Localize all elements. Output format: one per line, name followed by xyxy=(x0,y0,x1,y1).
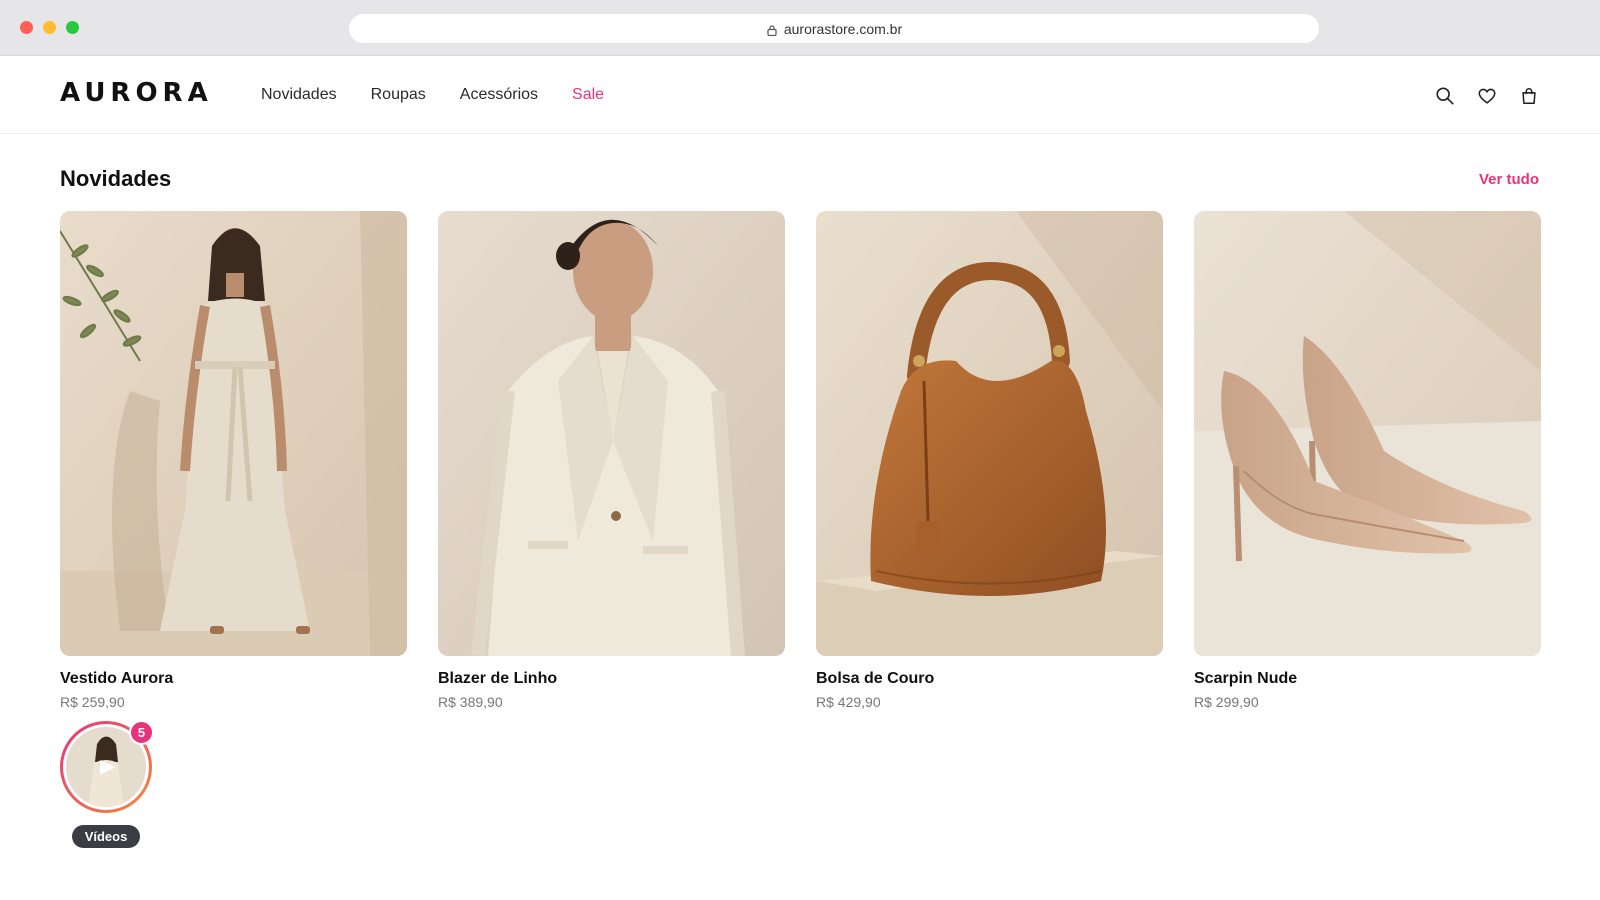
address-bar[interactable]: aurorastore.com.br xyxy=(349,14,1319,43)
product-grid: Vestido Aurora R$ 259,90 Blazer de Linho… xyxy=(60,211,1541,710)
site-header: AURORA Novidades Roupas Acessórios Sale xyxy=(0,56,1600,134)
videos-label[interactable]: Vídeos xyxy=(72,825,140,848)
product-name[interactable]: Bolsa de Couro xyxy=(816,670,1163,688)
product-name[interactable]: Vestido Aurora xyxy=(60,670,407,688)
minimize-window-button[interactable] xyxy=(43,21,56,34)
video-count-badge: 5 xyxy=(129,720,154,745)
close-window-button[interactable] xyxy=(20,21,33,34)
product-price: R$ 389,90 xyxy=(438,694,503,710)
lock-icon xyxy=(766,23,778,36)
browser-chrome: aurorastore.com.br xyxy=(0,0,1600,56)
header-actions xyxy=(1434,85,1540,107)
url-text: aurorastore.com.br xyxy=(783,20,903,37)
product-image-dress[interactable] xyxy=(60,211,407,656)
product-card[interactable]: Blazer de Linho R$ 389,90 xyxy=(438,211,785,710)
nav-item-roupas[interactable]: Roupas xyxy=(371,86,426,104)
search-icon[interactable] xyxy=(1434,85,1456,107)
product-card[interactable]: Vestido Aurora R$ 259,90 xyxy=(60,211,407,710)
main-nav: Novidades Roupas Acessórios Sale xyxy=(261,86,604,104)
product-name[interactable]: Blazer de Linho xyxy=(438,670,785,688)
heart-icon[interactable] xyxy=(1476,85,1498,107)
view-all-link[interactable]: Ver tudo xyxy=(1479,171,1539,188)
nav-item-acessorios[interactable]: Acessórios xyxy=(460,86,538,104)
logo[interactable]: AURORA xyxy=(60,78,213,108)
product-price: R$ 429,90 xyxy=(816,694,881,710)
product-card[interactable]: Bolsa de Couro R$ 429,90 xyxy=(816,211,1163,710)
product-image-heels[interactable] xyxy=(1194,211,1541,656)
nav-item-novidades[interactable]: Novidades xyxy=(261,86,337,104)
product-card[interactable]: Scarpin Nude R$ 299,90 xyxy=(1194,211,1541,710)
section-title: Novidades xyxy=(60,166,172,191)
product-image-blazer[interactable] xyxy=(438,211,785,656)
product-price: R$ 299,90 xyxy=(1194,694,1259,710)
product-price: R$ 259,90 xyxy=(60,694,125,710)
maximize-window-button[interactable] xyxy=(66,21,79,34)
bag-icon[interactable] xyxy=(1518,85,1540,107)
nav-item-sale[interactable]: Sale xyxy=(572,86,604,104)
product-name[interactable]: Scarpin Nude xyxy=(1194,670,1541,688)
product-image-bag[interactable] xyxy=(816,211,1163,656)
